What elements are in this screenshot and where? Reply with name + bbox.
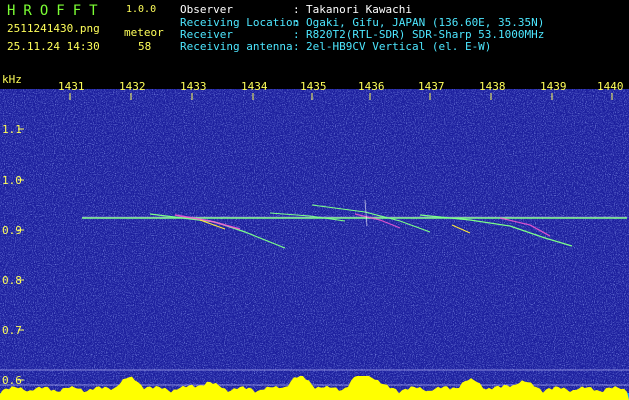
freq-tick-label: 0.9 <box>2 224 22 237</box>
time-tick-label: 1431 <box>58 80 85 93</box>
spectrum-noise <box>0 85 629 400</box>
y-axis-unit: kHz <box>2 73 22 86</box>
freq-tick-label: 1.0 <box>2 174 22 187</box>
freq-tick-label: 0.6 <box>2 374 22 387</box>
time-tick-label: 1433 <box>180 80 207 93</box>
time-tick-label: 1438 <box>479 80 506 93</box>
freq-tick-label: 1.1 <box>2 123 22 136</box>
time-tick-label: 1435 <box>300 80 327 93</box>
time-tick-label: 1440 <box>597 80 624 93</box>
time-tick-label: 1434 <box>241 80 268 93</box>
spectrogram-plot <box>0 85 629 400</box>
time-tick-label: 1437 <box>418 80 445 93</box>
time-tick-label: 1436 <box>358 80 385 93</box>
time-tick-label: 1432 <box>119 80 146 93</box>
freq-tick-label: 0.7 <box>2 324 22 337</box>
time-tick-label: 1439 <box>540 80 567 93</box>
freq-tick-label: 0.8 <box>2 274 22 287</box>
